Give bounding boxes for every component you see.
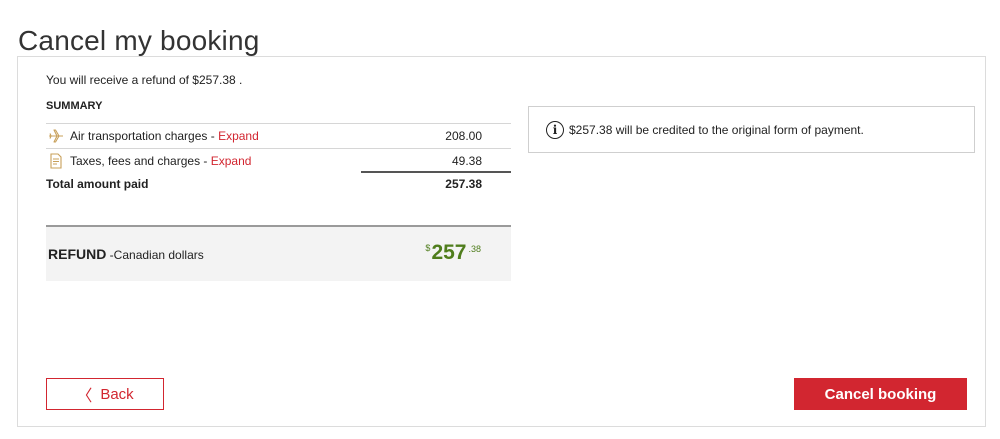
back-button[interactable]: 〈 Back [46,378,164,410]
refund-summary-box: REFUND -Canadian dollars $ 257 .38 [46,225,511,281]
summary-row-amount: 49.38 [451,154,482,168]
booking-card: You will receive a refund of $257.38 . S… [17,56,986,427]
airplane-icon [47,127,65,145]
summary-table: Air transportation charges - Expand 208.… [46,123,511,173]
cancel-booking-button[interactable]: Cancel booking [794,378,967,410]
credit-info-box: i $257.38 will be credited to the origin… [528,106,975,153]
refund-amount: $ 257 .38 [425,240,481,266]
expand-air-link[interactable]: Expand [218,129,259,143]
summary-row-label: Taxes, fees and charges - Expand [70,154,252,168]
summary-row-label: Air transportation charges - Expand [70,129,259,143]
chevron-left-icon: 〈 [76,388,93,405]
refund-currency-note: -Canadian dollars [106,248,204,262]
refund-currency-symbol: $ [425,243,431,253]
receipt-icon [47,152,65,170]
total-amount: 257.38 [445,177,482,191]
summary-row-amount: 208.00 [445,129,482,143]
refund-amount-cents: .38 [468,244,481,254]
total-label: Total amount paid [46,177,149,191]
back-button-label: Back [100,385,134,403]
info-icon: i [546,120,564,139]
page-title: Cancel my booking [18,24,260,56]
total-row: Total amount paid 257.38 [46,173,511,195]
refund-label: REFUND -Canadian dollars [48,246,204,262]
credit-info-text: $257.38 will be credited to the original… [569,122,864,137]
expand-taxes-link[interactable]: Expand [211,154,252,168]
summary-row-air-transportation: Air transportation charges - Expand 208.… [46,124,511,149]
summary-title: SUMMARY [46,100,103,112]
refund-intro-text: You will receive a refund of $257.38 . [46,73,243,87]
summary-row-taxes-fees: Taxes, fees and charges - Expand 49.38 [46,149,511,173]
refund-amount-whole: 257 [431,241,467,264]
